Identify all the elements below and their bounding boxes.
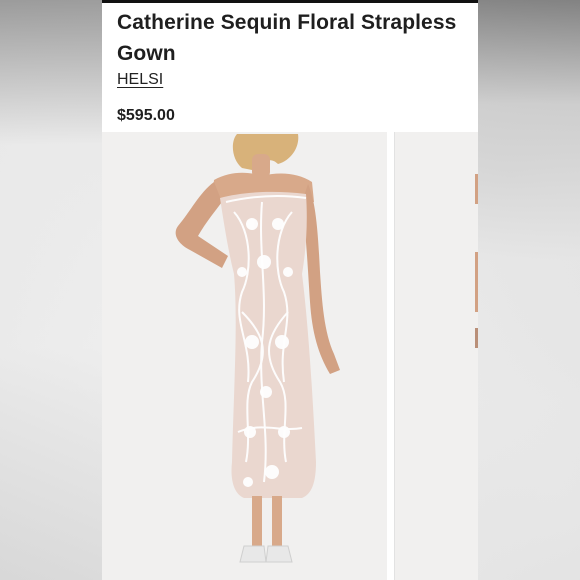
right-blur-panel bbox=[478, 0, 580, 580]
brand-link[interactable]: HELSI bbox=[117, 71, 163, 89]
product-image-next[interactable] bbox=[394, 132, 478, 580]
product-image-main[interactable] bbox=[102, 132, 387, 580]
left-blur-panel bbox=[0, 0, 102, 580]
gown-illustration bbox=[102, 132, 387, 580]
product-title: Catherine Sequin Floral Strapless Gown bbox=[117, 11, 457, 65]
image-gallery[interactable] bbox=[102, 132, 478, 580]
product-price: $595.00 bbox=[117, 107, 175, 124]
next-image-preview bbox=[395, 132, 478, 580]
product-card: Catherine Sequin Floral Strapless Gown H… bbox=[102, 3, 478, 580]
